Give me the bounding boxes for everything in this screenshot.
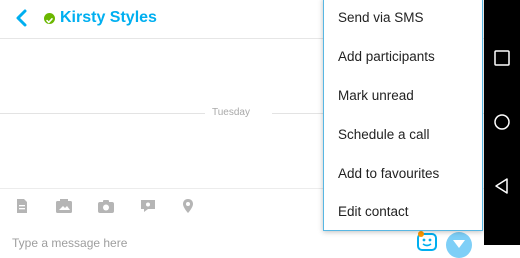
file-icon[interactable]	[14, 198, 30, 214]
home-icon	[494, 114, 510, 130]
menu-item-mark-unread[interactable]: Mark unread	[324, 78, 482, 114]
menu-item-add-to-favourites[interactable]: Add to favourites	[324, 156, 482, 192]
back-button[interactable]	[12, 6, 34, 30]
contact-name[interactable]: Kirsty Styles	[60, 9, 157, 27]
presence-status-icon	[44, 13, 55, 24]
media-icon[interactable]	[55, 198, 73, 214]
back-icon	[495, 178, 508, 194]
send-icon	[453, 240, 465, 248]
menu-item-edit-contact[interactable]: Edit contact	[324, 194, 482, 230]
send-button[interactable]	[446, 232, 472, 258]
notification-dot	[418, 231, 424, 237]
divider-line	[0, 113, 205, 114]
video-message-icon[interactable]	[139, 198, 157, 214]
back-nav-button[interactable]	[492, 176, 512, 196]
recents-button[interactable]	[492, 48, 512, 68]
menu-item-send-via-sms[interactable]: Send via SMS	[324, 0, 482, 36]
home-button[interactable]	[492, 112, 512, 132]
date-divider-label: Tuesday	[212, 107, 250, 118]
overflow-menu: Send via SMS Add participants Mark unrea…	[323, 0, 483, 231]
menu-item-add-participants[interactable]: Add participants	[324, 39, 482, 75]
chat-screen: Kirsty Styles Tuesday Type a message her…	[0, 0, 484, 258]
camera-icon[interactable]	[97, 198, 115, 214]
android-nav-bar	[484, 0, 520, 245]
recents-icon	[494, 50, 510, 66]
chevron-left-icon	[16, 9, 27, 27]
location-icon[interactable]	[181, 198, 195, 214]
menu-item-schedule-call[interactable]: Schedule a call	[324, 117, 482, 153]
message-input[interactable]	[12, 234, 312, 252]
